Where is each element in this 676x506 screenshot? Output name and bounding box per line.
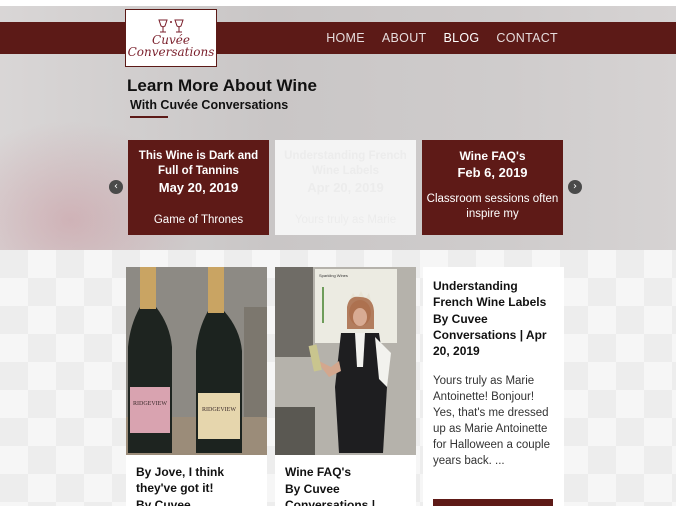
post-image-classroom[interactable]: Sparkling Wines bbox=[275, 267, 416, 455]
post-excerpt: Yours truly as Marie Antoinette! Bonjour… bbox=[433, 375, 550, 467]
top-strip bbox=[0, 0, 676, 6]
svg-text:Sparkling Wines: Sparkling Wines bbox=[319, 273, 348, 278]
svg-text:RIDGEVIEW: RIDGEVIEW bbox=[202, 407, 236, 413]
post-card-3[interactable]: Understanding French Wine Labels By Cuve… bbox=[423, 267, 564, 506]
slide-title: Understanding French Wine Labels bbox=[284, 150, 407, 177]
read-more-button[interactable] bbox=[433, 499, 553, 506]
post-image-wine-bottles[interactable]: RIDGEVIEW RIDGEVIEW bbox=[126, 267, 267, 455]
carousel-slide-2[interactable]: Understanding French Wine Labels Apr 20,… bbox=[275, 140, 416, 235]
hero-section: Cuvée Conversations HOME ABOUT BLOG CONT… bbox=[0, 0, 676, 250]
post-byline: By Cuvee Conversations | Apr 20, 2019 bbox=[433, 312, 547, 358]
slide-excerpt: Yours truly as Marie bbox=[294, 214, 397, 226]
slide-excerpt: Classroom sessions often inspire my bbox=[426, 193, 559, 220]
classroom-photo: Sparkling Wines bbox=[275, 267, 416, 455]
nav-home[interactable]: HOME bbox=[326, 31, 365, 45]
title-underline bbox=[130, 116, 168, 118]
wine-bottles-photo: RIDGEVIEW RIDGEVIEW bbox=[126, 267, 267, 455]
post-byline: By Cuvee bbox=[136, 498, 191, 506]
svg-text:RIDGEVIEW: RIDGEVIEW bbox=[133, 401, 167, 407]
slide-date: Feb 6, 2019 bbox=[457, 165, 528, 180]
post-title[interactable]: Understanding French Wine Labels bbox=[423, 267, 564, 310]
slide-title: This Wine is Dark and Full of Tannins bbox=[138, 150, 259, 177]
slide-title: Wine FAQ's bbox=[459, 149, 526, 163]
carousel-next-button[interactable]: › bbox=[568, 180, 582, 194]
page-subtitle: With Cuvée Conversations bbox=[130, 98, 289, 112]
main-nav: HOME ABOUT BLOG CONTACT bbox=[326, 22, 558, 54]
post-card-2[interactable]: Sparkling Wines Wine FAQ's By Cuvee Conv… bbox=[275, 267, 416, 506]
carousel-slide-1[interactable]: This Wine is Dark and Full of Tannins Ma… bbox=[128, 140, 269, 235]
chevron-left-icon: ‹ bbox=[114, 181, 118, 192]
post-byline: By Cuvee Conversations | bbox=[285, 482, 376, 506]
nav-blog[interactable]: BLOG bbox=[443, 31, 479, 45]
post-title[interactable]: Wine FAQ's bbox=[275, 455, 416, 480]
nav-contact[interactable]: CONTACT bbox=[496, 31, 558, 45]
wine-glasses-icon bbox=[158, 19, 184, 33]
slide-date: Apr 20, 2019 bbox=[307, 180, 384, 195]
slide-date: May 20, 2019 bbox=[158, 180, 239, 195]
chevron-right-icon: › bbox=[573, 181, 577, 192]
page-title: Learn More About Wine bbox=[127, 76, 317, 95]
post-title[interactable]: By Jove, I think they've got it! bbox=[126, 455, 267, 496]
carousel-slide-3[interactable]: Wine FAQ's Feb 6, 2019 Classroom session… bbox=[422, 140, 563, 235]
carousel-prev-button[interactable]: ‹ bbox=[109, 180, 123, 194]
nav-about[interactable]: ABOUT bbox=[382, 31, 427, 45]
site-logo[interactable]: Cuvée Conversations bbox=[125, 9, 217, 67]
post-card-1[interactable]: RIDGEVIEW RIDGEVIEW By Jove, I think the… bbox=[126, 267, 267, 506]
slide-excerpt: Game of Thrones bbox=[153, 214, 244, 226]
logo-text-line2: Conversations bbox=[127, 45, 215, 59]
